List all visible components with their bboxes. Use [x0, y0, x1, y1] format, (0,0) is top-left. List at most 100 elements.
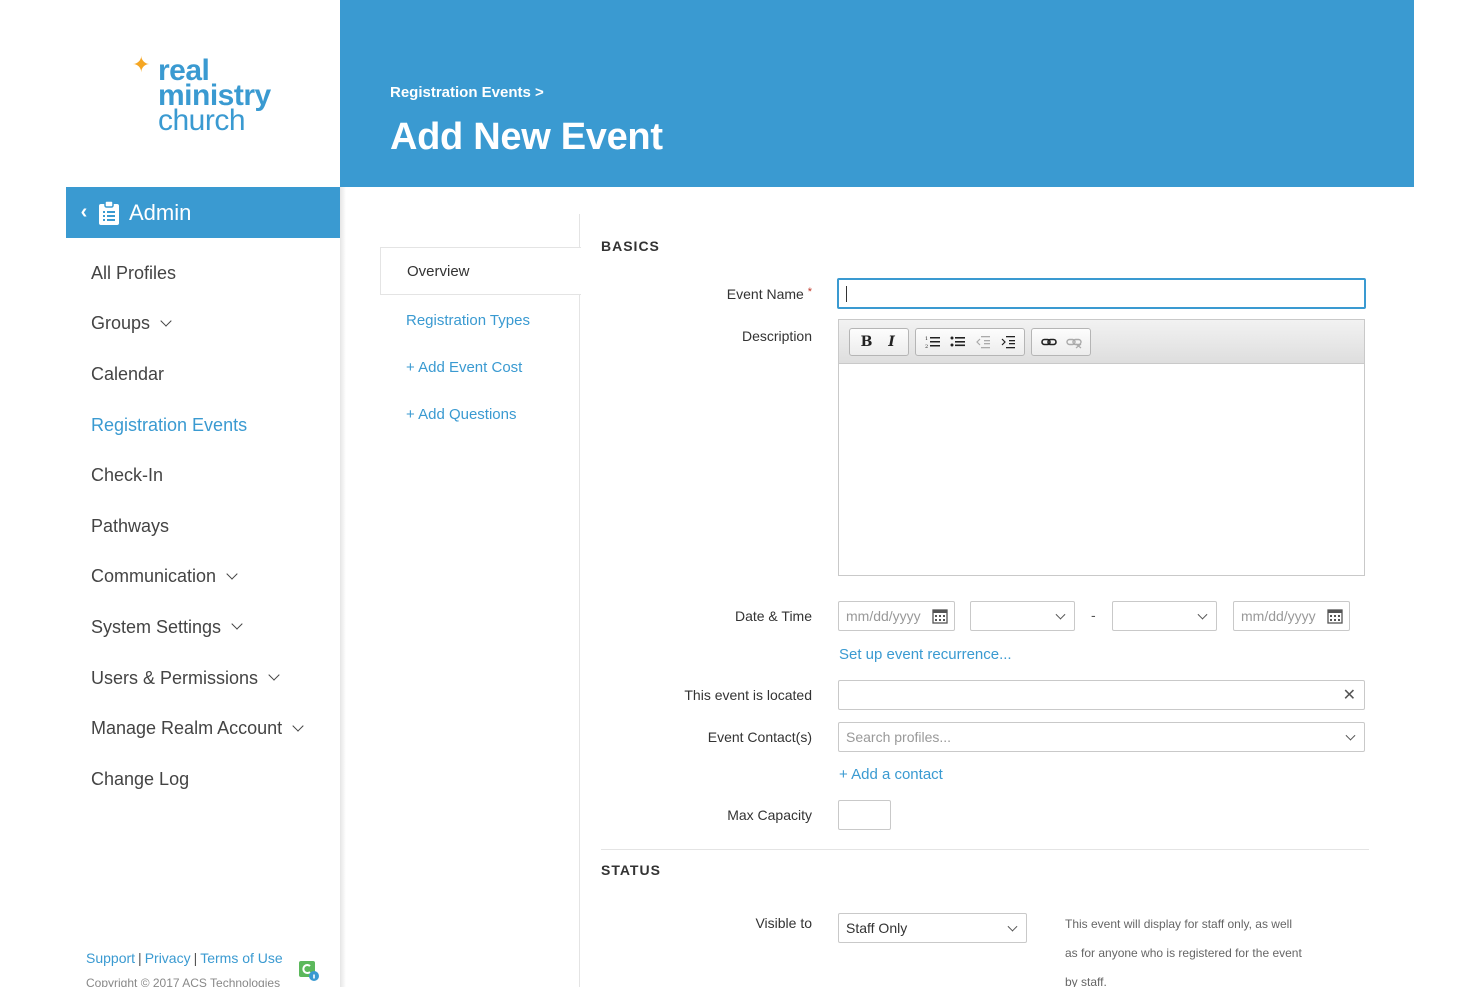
event-contacts-label: Event Contact(s) — [707, 729, 812, 745]
date-time-label: Date & Time — [734, 608, 812, 624]
sidebar-item-label: Registration Events — [91, 414, 248, 435]
status-section-title: STATUS — [601, 862, 661, 878]
format-group: B I — [849, 327, 909, 356]
list-group: 12 — [915, 327, 1025, 356]
chevron-down-icon — [292, 719, 304, 732]
unlink-button[interactable] — [1061, 330, 1086, 354]
start-date-input[interactable]: mm/dd/yyyy — [838, 601, 955, 631]
italic-button[interactable]: I — [879, 330, 904, 354]
clear-icon[interactable]: ✕ — [1343, 685, 1356, 705]
description-label: Description — [741, 328, 812, 344]
sidebar-item-communication[interactable]: Communication — [91, 552, 341, 603]
event-recurrence-link[interactable]: Set up event recurrence... — [839, 646, 1012, 663]
sidebar-nav: All Profiles Groups Calendar Registratio… — [91, 248, 341, 805]
sidebar-item-registration-events[interactable]: Registration Events — [91, 400, 341, 451]
bold-button[interactable]: B — [854, 330, 879, 354]
text-caret — [846, 285, 847, 302]
event-name-label: Event Name * — [580, 286, 812, 302]
bullet-list-button[interactable] — [945, 330, 970, 354]
event-name-input[interactable] — [837, 278, 1366, 309]
svg-text:2: 2 — [925, 344, 928, 349]
sidebar-shadow — [340, 187, 346, 987]
sidebar-item-system-settings[interactable]: System Settings — [91, 602, 341, 653]
sidebar-item-all-profiles[interactable]: All Profiles — [91, 248, 341, 299]
event-contacts-search[interactable]: Search profiles... — [838, 722, 1365, 752]
sidebar-item-label: All Profiles — [91, 262, 177, 283]
tab-label: + Add Questions — [406, 405, 517, 423]
tab-label: Registration Types — [406, 311, 530, 329]
tab-add-event-cost[interactable]: + Add Event Cost — [380, 343, 580, 391]
tab-label: + Add Event Cost — [406, 358, 523, 376]
footer-separator: | — [193, 950, 198, 966]
outdent-button[interactable] — [970, 330, 995, 354]
sidebar-item-label: Manage Realm Account — [91, 718, 283, 739]
required-mark: * — [807, 286, 812, 298]
sidebar-item-label: Communication — [91, 566, 217, 587]
contacts-placeholder: Search profiles... — [846, 729, 952, 745]
basics-section-title: BASICS — [601, 238, 660, 254]
chevron-down-icon — [1197, 609, 1208, 620]
logo-star-icon: ✦ — [132, 52, 151, 77]
max-capacity-input[interactable] — [838, 800, 891, 830]
sidebar-item-label: Change Log — [91, 768, 190, 789]
breadcrumb[interactable]: Registration Events > — [390, 84, 544, 101]
logo-line-3: church — [158, 104, 246, 137]
description-content-area[interactable] — [839, 364, 1364, 576]
clipboard-icon — [99, 199, 119, 225]
end-time-select[interactable] — [1112, 601, 1217, 631]
indent-icon — [1001, 335, 1015, 348]
tab-registration-types[interactable]: Registration Types — [380, 296, 580, 344]
svg-text:1: 1 — [925, 336, 928, 342]
sidebar-item-pathways[interactable]: Pathways — [91, 501, 341, 552]
link-button[interactable] — [1036, 330, 1061, 354]
sidebar-item-calendar[interactable]: Calendar — [91, 349, 341, 400]
location-label: This event is located — [684, 687, 812, 703]
chevron-down-icon — [1055, 609, 1066, 620]
calendar-icon[interactable] — [932, 608, 948, 624]
description-editor: B I 12 — [838, 319, 1365, 576]
unlink-icon — [1065, 338, 1082, 348]
sidebar-item-groups[interactable]: Groups — [91, 299, 341, 350]
chevron-down-icon — [1007, 921, 1018, 932]
tab-overview[interactable]: Overview — [380, 247, 581, 295]
bullet-list-icon — [950, 336, 965, 346]
page-header: Registration Events > Add New Event — [340, 0, 1414, 187]
start-time-select[interactable] — [970, 601, 1075, 631]
visible-to-value: Staff Only — [846, 920, 908, 936]
visible-to-select[interactable]: Staff Only — [838, 913, 1027, 943]
sidebar-item-label: Groups — [91, 313, 151, 334]
sidebar-item-users-permissions[interactable]: Users & Permissions — [91, 653, 341, 704]
chevron-down-icon — [231, 618, 243, 631]
visible-to-label: Visible to — [755, 915, 812, 931]
event-tabs: Overview Registration Types + Add Event … — [380, 214, 581, 987]
sidebar-item-check-in[interactable]: Check-In — [91, 450, 341, 501]
chevron-down-icon — [226, 568, 238, 580]
ordered-list-button[interactable]: 12 — [920, 330, 945, 354]
section-divider — [601, 849, 1369, 850]
outdent-icon — [975, 335, 990, 348]
sidebar-item-label: System Settings — [91, 616, 222, 637]
sidebar-item-label: Calendar — [91, 363, 165, 384]
start-date-placeholder: mm/dd/yyyy — [846, 608, 921, 624]
support-link[interactable]: Support — [86, 950, 135, 966]
privacy-link[interactable]: Privacy — [145, 950, 191, 966]
terms-link[interactable]: Terms of Use — [200, 950, 282, 966]
sidebar: ✦ real ministry church ‹ Admin All Profi… — [66, 0, 340, 987]
sidebar-item-change-log[interactable]: Change Log — [91, 754, 341, 805]
location-select[interactable]: ✕ — [838, 680, 1365, 710]
tab-label: Overview — [407, 262, 470, 280]
church-logo[interactable]: ✦ real ministry church — [132, 52, 342, 142]
sidebar-item-label: Users & Permissions — [91, 667, 259, 688]
realm-connect-icon[interactable] — [299, 961, 319, 981]
chevron-down-icon — [1345, 730, 1356, 741]
admin-section-label: Admin — [129, 199, 192, 225]
end-date-input[interactable]: mm/dd/yyyy — [1233, 601, 1350, 631]
ordered-list-icon: 12 — [925, 336, 940, 349]
add-contact-link[interactable]: + Add a contact — [839, 766, 943, 783]
sidebar-item-label: Check-In — [91, 465, 164, 486]
indent-button[interactable] — [995, 330, 1020, 354]
calendar-icon[interactable] — [1327, 608, 1343, 624]
chevron-left-icon[interactable]: ‹ — [72, 201, 96, 224]
sidebar-item-manage-realm-account[interactable]: Manage Realm Account — [91, 703, 341, 754]
tab-add-questions[interactable]: + Add Questions — [380, 390, 580, 438]
